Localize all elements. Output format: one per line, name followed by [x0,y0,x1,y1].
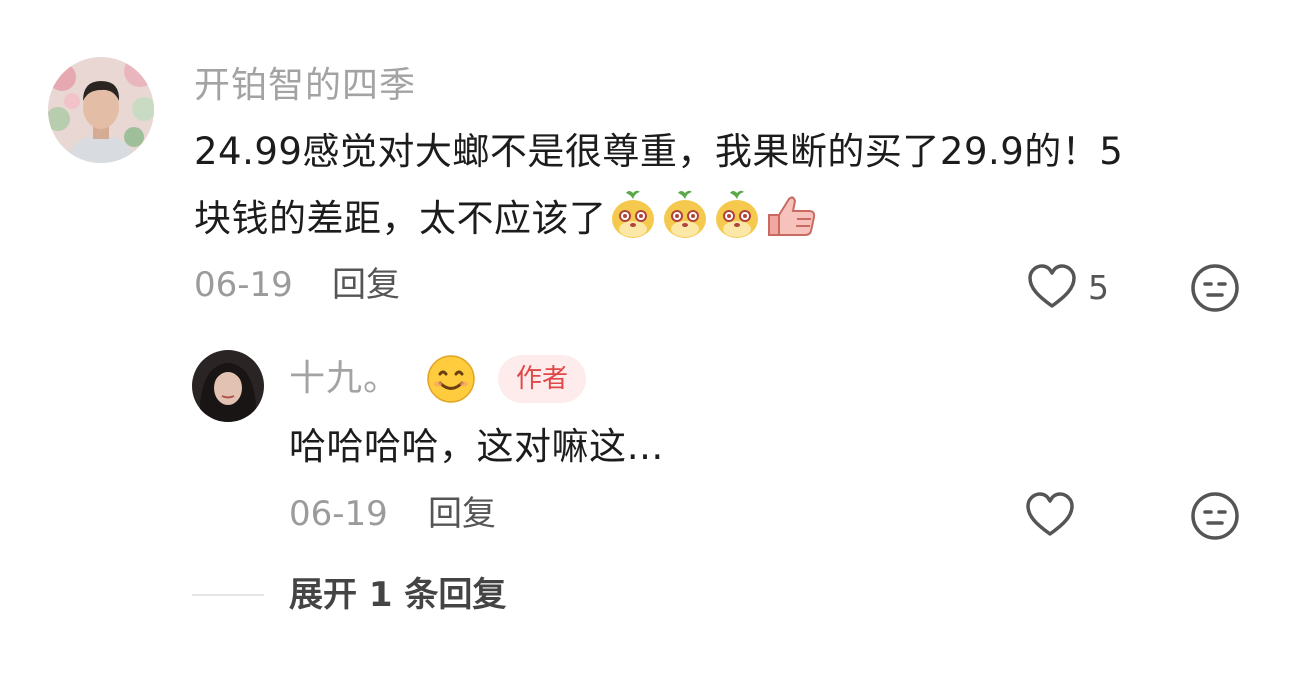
comment-text-line-1: 24.99感觉对大螂不是很尊重，我果断的买了29.9的！5 [194,130,1124,173]
meh-face-icon[interactable] [1189,490,1241,542]
bean-dog-emoji [711,189,763,258]
comment-text-line-2: 块钱的差距，太不应该了 [194,189,819,258]
thumbs-up-emoji [763,189,819,258]
avatar-image [48,57,154,163]
heart-icon[interactable] [1024,490,1076,540]
expand-replies-button[interactable]: 展开 1 条回复 [289,575,506,615]
comment-reply-button[interactable]: 回复 [332,265,400,305]
reply-username[interactable]: 十九。 [289,357,400,401]
comment-text-line-2-text: 块钱的差距，太不应该了 [194,197,607,240]
avatar[interactable] [48,57,154,163]
author-badge: 作者 [498,355,587,403]
reply-text: 哈哈哈哈，这对嘛这… [289,425,664,468]
reply-avatar-image [192,350,264,422]
like-count: 5 [1088,268,1109,307]
reply-header: 十九。 作者 [289,354,587,404]
reply-reply-button[interactable]: 回复 [428,494,496,534]
comment-username[interactable]: 开铂智的四季 [194,64,416,108]
smile-emoji [426,354,476,404]
comment-date: 06-19 [194,265,293,305]
bean-dog-emoji [659,189,711,258]
bean-dog-emoji [607,189,659,258]
meh-face-icon[interactable] [1189,262,1241,314]
heart-icon[interactable] [1026,262,1078,312]
expand-divider [192,594,264,596]
reply-date: 06-19 [289,494,388,534]
reply-avatar[interactable] [192,350,264,422]
